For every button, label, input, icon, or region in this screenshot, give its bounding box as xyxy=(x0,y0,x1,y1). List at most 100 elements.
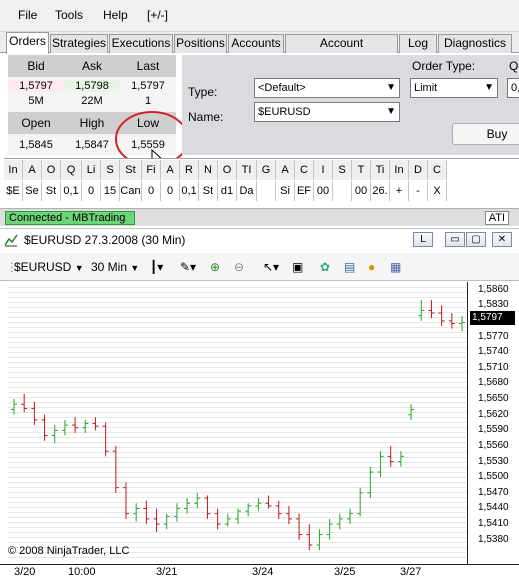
zoom-in-icon[interactable]: ⊕ xyxy=(210,260,220,274)
column-header[interactable]: R xyxy=(180,160,199,180)
bid-size: 5M xyxy=(28,95,44,107)
bar-type-icon[interactable]: ┃▾ xyxy=(150,260,163,274)
last-price-marker: 1,5797 xyxy=(470,311,515,325)
x-tick-label: 3/20 xyxy=(14,566,36,578)
instrument-selector[interactable]: $EURUSD ▼ xyxy=(14,260,84,274)
menu-toggle[interactable]: [+/-] xyxy=(147,8,168,22)
column-header[interactable]: D xyxy=(409,160,428,180)
price-bar xyxy=(245,503,252,517)
price-bar xyxy=(143,500,150,525)
zoom-out-icon[interactable]: ⊖ xyxy=(234,260,244,274)
copyright-text: © 2008 NinjaTrader, LLC xyxy=(8,545,130,557)
ati-indicator: ATI xyxy=(484,211,509,225)
open-header: Open xyxy=(8,112,64,134)
pointer-icon[interactable]: ↖▾ xyxy=(263,260,279,274)
menu-tools[interactable]: Tools xyxy=(55,8,83,22)
price-bar xyxy=(153,508,160,532)
column-header[interactable]: G xyxy=(257,160,276,180)
menu-help[interactable]: Help xyxy=(103,8,128,22)
data-box-icon[interactable]: ▦ xyxy=(390,260,401,274)
y-tick-label: 1,5680 xyxy=(478,377,509,389)
column-header[interactable]: Li xyxy=(82,160,101,180)
column-header[interactable]: A xyxy=(23,160,42,180)
column-header[interactable]: S xyxy=(333,160,352,180)
price-bar xyxy=(163,513,170,530)
tab-diagnostics[interactable]: Diagnostics xyxy=(438,34,512,53)
price-bar xyxy=(316,529,323,551)
close-button[interactable]: ✕ xyxy=(492,232,512,247)
interval-selector[interactable]: 30 Min ▼ xyxy=(91,260,139,274)
column-header[interactable]: In xyxy=(4,160,23,180)
price-bar xyxy=(61,419,68,436)
buy-button[interactable]: Buy xyxy=(452,123,519,145)
column-value xyxy=(333,181,352,201)
y-tick-label: 1,5740 xyxy=(478,346,509,358)
price-bar xyxy=(326,518,333,540)
money-icon[interactable]: ● xyxy=(368,260,375,274)
link-button[interactable]: L xyxy=(413,232,433,247)
column-value: $E xyxy=(4,181,23,201)
column-value: 0 xyxy=(142,181,161,201)
column-header[interactable]: I xyxy=(314,160,333,180)
column-header[interactable]: In xyxy=(390,160,409,180)
orders-grid: In $E A Se O St Q 0,1 Li 0 S 15 St Can Fi 0 A 0 R 0,1 N St Od1… xyxy=(4,158,519,201)
order-type-select[interactable]: Limit ▼ xyxy=(410,78,498,98)
tab-log[interactable]: Log xyxy=(399,34,437,53)
y-tick-label: 1,5440 xyxy=(478,502,509,514)
quantity-input[interactable]: 0, xyxy=(507,78,519,98)
price-bar xyxy=(438,305,445,327)
tab-positions[interactable]: Positions xyxy=(174,34,227,53)
column-header[interactable]: O xyxy=(42,160,61,180)
tab-orders[interactable]: Orders xyxy=(6,32,49,54)
column-header[interactable]: A xyxy=(161,160,180,180)
column-header[interactable]: T xyxy=(352,160,371,180)
strategies-icon[interactable]: ✿ xyxy=(320,260,330,274)
tab-accounts[interactable]: Accounts xyxy=(228,34,284,53)
minimize-button[interactable]: ▭ xyxy=(445,232,465,247)
maximize-button[interactable]: ▢ xyxy=(466,232,486,247)
column-header[interactable]: Fi xyxy=(142,160,161,180)
tab-strategies[interactable]: Strategies xyxy=(50,34,108,53)
column-header[interactable]: C xyxy=(295,160,314,180)
chart-area[interactable]: 1,58601,58301,58001,57701,57401,57101,56… xyxy=(0,282,519,581)
y-tick-label: 1,5860 xyxy=(478,283,509,295)
x-tick-label: 3/25 xyxy=(334,566,356,578)
chevron-down-icon: ▼ xyxy=(74,263,84,273)
tab-executions[interactable]: Executions xyxy=(109,34,173,53)
menu-file[interactable]: File xyxy=(18,8,37,22)
price-bar xyxy=(275,500,282,519)
price-bar xyxy=(285,505,292,525)
column-header[interactable]: St xyxy=(120,160,142,180)
price-bar xyxy=(459,315,465,332)
column-header[interactable]: TI xyxy=(237,160,257,180)
tab-account-performance[interactable]: Account Performance xyxy=(285,34,398,67)
column-header[interactable]: C xyxy=(428,160,447,180)
indicators-icon[interactable]: ▤ xyxy=(344,260,355,274)
column-header[interactable]: Q xyxy=(61,160,82,180)
price-bar xyxy=(235,508,241,525)
type-label: Type: xyxy=(188,85,218,99)
price-bar xyxy=(265,495,272,509)
price-bar xyxy=(408,404,415,420)
column-header[interactable]: S xyxy=(101,160,120,180)
price-bar xyxy=(204,495,211,519)
price-bar xyxy=(347,508,353,525)
column-value: d1 xyxy=(218,181,237,201)
x-tick-label: 3/24 xyxy=(252,566,274,578)
price-bar xyxy=(72,417,79,433)
column-header[interactable]: O xyxy=(218,160,237,180)
name-select[interactable]: $EURUSD ▼ xyxy=(254,102,400,122)
type-select[interactable]: <Default> ▼ xyxy=(254,78,400,98)
x-tick-label: 10:00 xyxy=(68,566,96,578)
order-type-value: Limit xyxy=(414,82,438,94)
column-value: 0,1 xyxy=(180,181,199,201)
drawing-pen-icon[interactable]: ✎▾ xyxy=(180,260,196,274)
price-bar xyxy=(21,393,28,413)
column-header[interactable]: Ti xyxy=(371,160,390,180)
price-bar xyxy=(123,482,129,519)
ask-value: 1,5798 xyxy=(64,80,120,92)
column-header[interactable]: N xyxy=(199,160,218,180)
quantity-label: Q xyxy=(509,59,519,73)
properties-icon[interactable]: ▣ xyxy=(292,260,303,274)
column-header[interactable]: A xyxy=(276,160,295,180)
